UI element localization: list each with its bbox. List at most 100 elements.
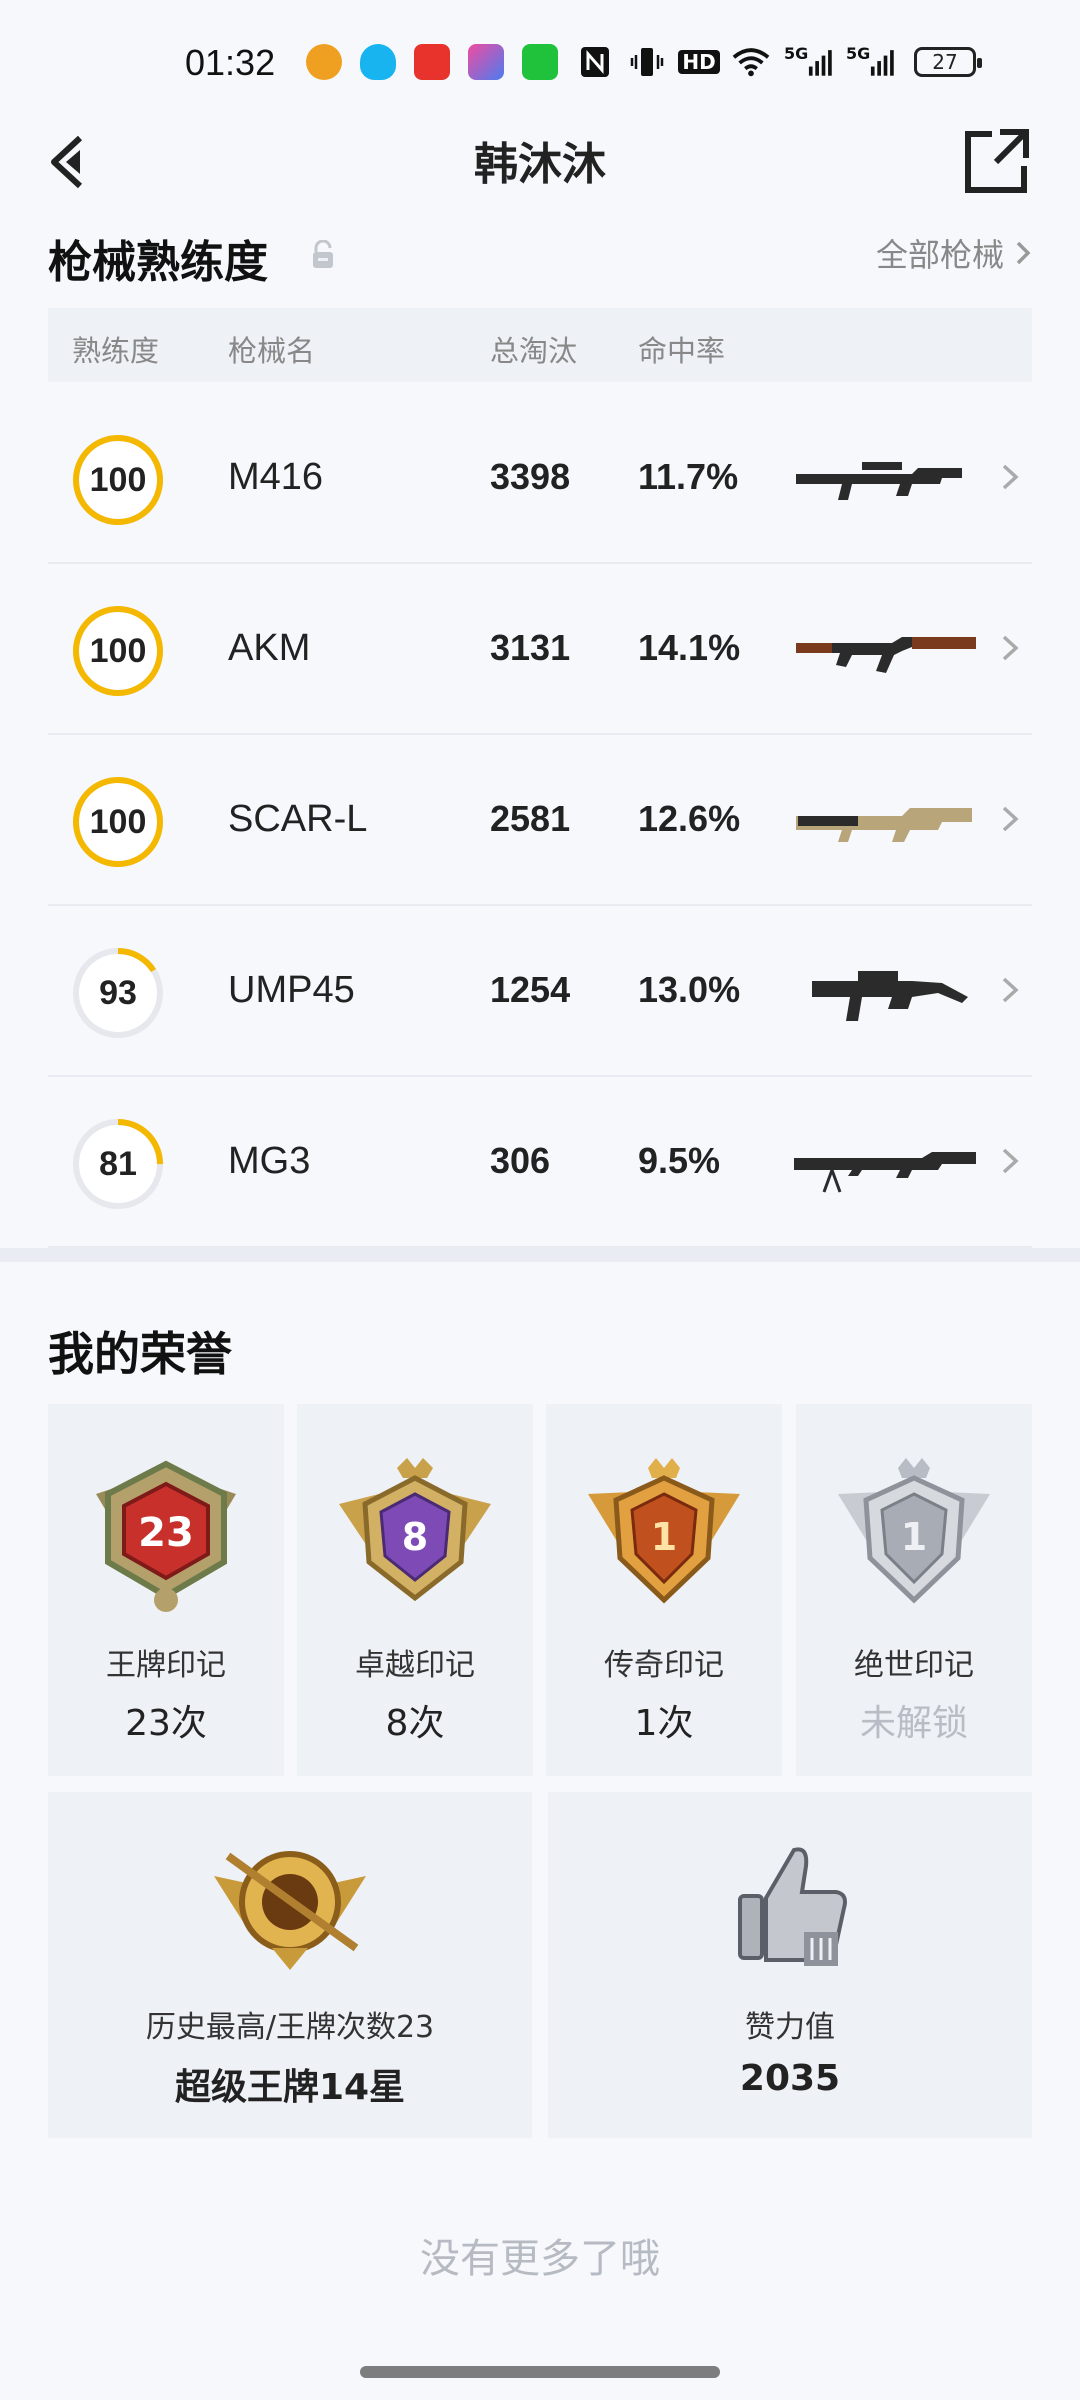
5g-signal-icon: 5G <box>784 44 832 80</box>
qq-icon <box>360 44 396 80</box>
ump45-smg-icon <box>812 971 968 1021</box>
highest-rank-value: 超级王牌14星 <box>174 2067 406 2108</box>
system-icons: HD 5G 5G 27 <box>576 44 982 80</box>
excellent-badge-icon: 8 <box>339 1458 491 1602</box>
mastery-ring: 100 <box>70 603 166 699</box>
badge-number: 8 <box>402 1515 428 1559</box>
honor-count-locked: 未解锁 <box>859 1703 968 1744</box>
share-button[interactable] <box>962 126 1032 196</box>
weapon-kills: 3131 <box>490 627 571 668</box>
hd-icon: HD <box>678 44 720 80</box>
green-app-icon <box>522 44 558 80</box>
honor-count: 1次 <box>634 1703 694 1744</box>
scar-rifle-icon <box>796 808 972 842</box>
honor-name: 绝世印记 <box>854 1648 974 1683</box>
lock-icon[interactable] <box>310 240 336 270</box>
weapon-row[interactable]: 81 MG3 306 9.5% <box>48 1076 1032 1248</box>
all-weapons-link[interactable]: 全部枪械 <box>876 230 1032 276</box>
chevron-right-icon <box>1002 806 1019 832</box>
vibrate-icon <box>628 44 666 80</box>
mastery-value: 100 <box>89 802 147 841</box>
honor-card-excellent[interactable]: 8 卓越印记 8次 <box>297 1404 533 1776</box>
wifi-icon <box>732 44 770 80</box>
mg3-machinegun-icon <box>794 1152 976 1193</box>
legend-badge-icon: 1 <box>588 1458 740 1604</box>
status-bar: 01:32 HD 5G 5G 27 <box>0 0 1080 135</box>
top-nav-bar: 韩沐沐 <box>0 118 1080 208</box>
mastery-ring: 100 <box>70 432 166 528</box>
honor-name: 卓越印记 <box>355 1648 475 1683</box>
highest-rank-card[interactable]: 历史最高/王牌次数23 超级王牌14星 <box>48 1792 532 2138</box>
weapon-kills: 306 <box>490 1140 551 1181</box>
akm-rifle-icon <box>796 637 976 673</box>
mastery-value: 100 <box>89 460 147 499</box>
thumbs-up-icon <box>738 1847 847 1966</box>
weapon-kills: 3398 <box>490 456 571 497</box>
m416-rifle-icon <box>796 462 962 500</box>
honor-card-peerless[interactable]: 1 绝世印记 未解锁 <box>796 1404 1032 1776</box>
star-app-icon <box>468 44 504 80</box>
weapon-row[interactable]: 100 M416 3398 11.7% <box>48 392 1032 564</box>
5g-signal-icon: 5G <box>846 44 894 80</box>
home-indicator[interactable] <box>360 2366 720 2378</box>
chevron-right-icon <box>1002 464 1019 490</box>
weapon-accuracy: 11.7% <box>638 456 739 497</box>
peerless-badge-icon: 1 <box>838 1458 990 1604</box>
honor-count: 8次 <box>385 1703 445 1744</box>
mastery-value: 81 <box>99 1144 137 1183</box>
share-export-icon <box>965 129 1029 193</box>
weapon-row[interactable]: 100 SCAR-L 2581 12.6% <box>48 734 1032 906</box>
all-weapons-label: 全部枪械 <box>875 236 1004 274</box>
weapon-row[interactable]: 100 AKM 3131 14.1% <box>48 563 1032 735</box>
notification-icons <box>306 44 558 80</box>
weapon-name: SCAR-L <box>228 798 368 840</box>
header-name: 枪械名 <box>228 334 316 368</box>
chevron-right-icon <box>1002 1148 1019 1174</box>
weapon-kills: 1254 <box>490 969 571 1010</box>
badge-number: 1 <box>651 1515 677 1559</box>
weapon-accuracy: 14.1% <box>638 627 741 668</box>
weibo-icon <box>306 44 342 80</box>
badge-number: 23 <box>138 1510 194 1556</box>
weapon-row[interactable]: 93 UMP45 1254 13.0% <box>48 905 1032 1077</box>
weapon-accuracy: 12.6% <box>638 798 741 839</box>
header-accuracy: 命中率 <box>638 334 726 368</box>
chevron-right-icon <box>1002 977 1019 1003</box>
nfc-icon <box>576 44 614 80</box>
weapon-name: M416 <box>228 456 324 498</box>
end-of-list-text: 没有更多了哦 <box>420 2236 660 2282</box>
weapon-name: AKM <box>228 627 311 669</box>
section-title: 枪械熟练度 <box>48 237 268 288</box>
mastery-ring: 100 <box>70 774 166 870</box>
mastery-ring: 93 <box>70 945 166 1041</box>
mastery-value: 100 <box>89 631 147 670</box>
highest-rank-label: 历史最高/王牌次数23 <box>145 2010 435 2045</box>
mastery-ring: 81 <box>70 1116 166 1212</box>
likes-card[interactable]: 赞力值 2035 <box>548 1792 1032 2138</box>
red-packet-icon <box>414 44 450 80</box>
chevron-right-icon <box>1002 635 1019 661</box>
honor-count: 23次 <box>125 1703 207 1744</box>
status-time: 01:32 <box>185 42 276 83</box>
weapon-kills: 2581 <box>490 798 571 839</box>
super-ace-crest-icon <box>214 1851 366 1970</box>
header-mastery: 熟练度 <box>72 334 160 368</box>
chevron-right-icon <box>1016 241 1031 265</box>
honor-name: 王牌印记 <box>106 1648 226 1683</box>
page-title: 韩沐沐 <box>474 139 606 190</box>
honors-title: 我的荣誉 <box>48 1327 232 1381</box>
honor-card-ace[interactable]: 23 王牌印记 23次 <box>48 1404 284 1776</box>
header-kills: 总淘汰 <box>490 334 578 368</box>
section-divider <box>0 1248 1080 1262</box>
weapon-mastery-header: 枪械熟练度 全部枪械 <box>48 226 1032 296</box>
weapon-name: UMP45 <box>228 969 355 1011</box>
likes-value: 2035 <box>739 2058 841 2099</box>
weapon-accuracy: 9.5% <box>638 1140 721 1181</box>
likes-label: 赞力值 <box>745 2010 835 2045</box>
honor-name: 传奇印记 <box>604 1648 724 1683</box>
battery-icon: 27 <box>914 47 982 77</box>
mastery-value: 93 <box>99 973 137 1012</box>
honor-card-legend[interactable]: 1 传奇印记 1次 <box>546 1404 782 1776</box>
weapon-accuracy: 13.0% <box>638 969 741 1010</box>
weapon-table-header: 熟练度 枪械名 总淘汰 命中率 <box>48 308 1032 382</box>
